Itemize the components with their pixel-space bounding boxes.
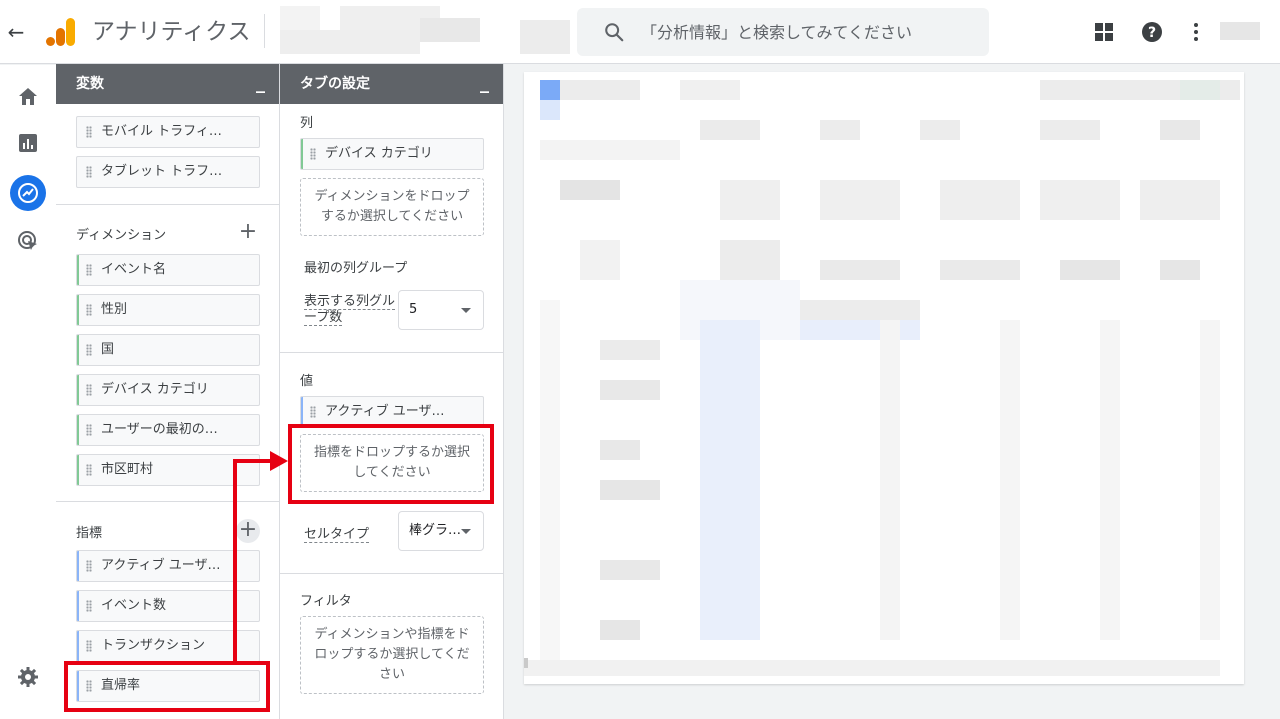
annotation-arrow-vertical: [233, 459, 237, 662]
exploration-canvas[interactable]: [524, 72, 1244, 684]
search-icon: [603, 21, 625, 43]
more-vertical-icon[interactable]: [1184, 20, 1208, 44]
tab-settings-panel-header: タブの設定 _: [280, 64, 503, 104]
cell-type-label: セルタイプ: [304, 523, 369, 542]
drag-handle-icon[interactable]: [310, 406, 316, 418]
dimension-chip[interactable]: 性別: [76, 294, 260, 326]
top-app-bar: ← アナリティクス ?: [0, 0, 1280, 64]
cell-type-select[interactable]: 棒グラ…: [398, 511, 484, 551]
filter-dropzone[interactable]: ディメンションや指標をドロップするか選択してください: [300, 616, 484, 694]
app-title: アナリティクス: [92, 16, 250, 48]
drag-handle-icon[interactable]: [86, 126, 92, 138]
analytics-logo-icon: [46, 16, 76, 48]
drag-handle-icon[interactable]: [86, 264, 92, 276]
svg-text:?: ?: [1148, 25, 1156, 41]
metrics-section-label: 指標: [76, 522, 102, 541]
search-bar[interactable]: [577, 8, 989, 56]
tab-settings-panel: タブの設定 _ 列 デバイス カテゴリ ディメンションをドロップするか選択してく…: [280, 64, 504, 719]
annotation-highlight-bounce-rate: [64, 661, 270, 712]
column-groups-count-label: 表示する列グル ープ数: [304, 294, 395, 326]
drag-handle-icon[interactable]: [86, 344, 92, 356]
dropdown-caret-icon: [461, 308, 471, 313]
account-avatar[interactable]: [1220, 22, 1260, 40]
drag-handle-icon[interactable]: [86, 304, 92, 316]
advertising-icon[interactable]: [16, 229, 40, 253]
column-dimension-chip[interactable]: デバイス カテゴリ: [300, 138, 484, 170]
dropdown-caret-icon: [461, 529, 471, 534]
section-divider: [56, 204, 279, 205]
explore-icon: [16, 181, 40, 205]
columns-section-label: 列: [300, 112, 313, 131]
section-divider: [280, 573, 503, 574]
dimension-chip[interactable]: イベント名: [76, 254, 260, 286]
drag-handle-icon[interactable]: [86, 424, 92, 436]
add-dimension-button[interactable]: +: [236, 221, 260, 245]
drag-handle-icon[interactable]: [86, 600, 92, 612]
left-navigation: [0, 65, 56, 719]
apps-grid-icon[interactable]: [1092, 20, 1116, 44]
drag-handle-icon[interactable]: [86, 384, 92, 396]
first-column-group-label: 最初の列グループ: [304, 257, 407, 276]
annotation-arrowhead-icon: [270, 451, 290, 471]
back-arrow-icon[interactable]: ←: [4, 20, 28, 44]
collapse-tab-settings-button[interactable]: _: [480, 64, 489, 104]
dimension-chip[interactable]: デバイス カテゴリ: [76, 374, 260, 406]
column-groups-count-select[interactable]: 5: [398, 290, 484, 330]
account-selector[interactable]: [280, 6, 570, 56]
drag-handle-icon[interactable]: [86, 640, 92, 652]
variables-panel-title: 変数: [76, 76, 104, 92]
values-section-label: 値: [300, 370, 313, 389]
drag-handle-icon[interactable]: [86, 166, 92, 178]
reports-icon[interactable]: [16, 131, 40, 155]
drag-handle-icon[interactable]: [86, 464, 92, 476]
help-icon[interactable]: ?: [1140, 20, 1164, 44]
segment-chip[interactable]: タブレット トラフ…: [76, 156, 260, 188]
segment-chip[interactable]: モバイル トラフィ…: [76, 116, 260, 148]
section-divider: [280, 352, 503, 353]
tab-settings-panel-title: タブの設定: [300, 76, 370, 92]
drag-handle-icon[interactable]: [310, 148, 316, 160]
search-input[interactable]: [641, 18, 971, 46]
column-dropzone[interactable]: ディメンションをドロップするか選択してください: [300, 178, 484, 236]
header-divider: [264, 14, 265, 48]
dimension-chip[interactable]: ユーザーの最初の…: [76, 414, 260, 446]
dimensions-section-label: ディメンション: [76, 224, 166, 243]
dimension-chip[interactable]: 国: [76, 334, 260, 366]
settings-gear-icon[interactable]: [16, 665, 40, 689]
filters-section-label: フィルタ: [300, 590, 352, 609]
home-icon[interactable]: [16, 85, 40, 109]
variables-panel-header: 変数 _: [56, 64, 279, 104]
section-divider: [56, 501, 279, 502]
variables-panel: 変数 _ モバイル トラフィ… タブレット トラフ… ディメンション + イベン…: [56, 64, 280, 719]
add-metric-button[interactable]: +: [236, 519, 260, 543]
collapse-variables-button[interactable]: _: [256, 64, 265, 104]
explore-nav-item[interactable]: [10, 175, 46, 211]
annotation-arrow-horizontal: [233, 459, 273, 463]
annotation-highlight-value-dropzone: [288, 424, 494, 504]
drag-handle-icon[interactable]: [86, 560, 92, 572]
